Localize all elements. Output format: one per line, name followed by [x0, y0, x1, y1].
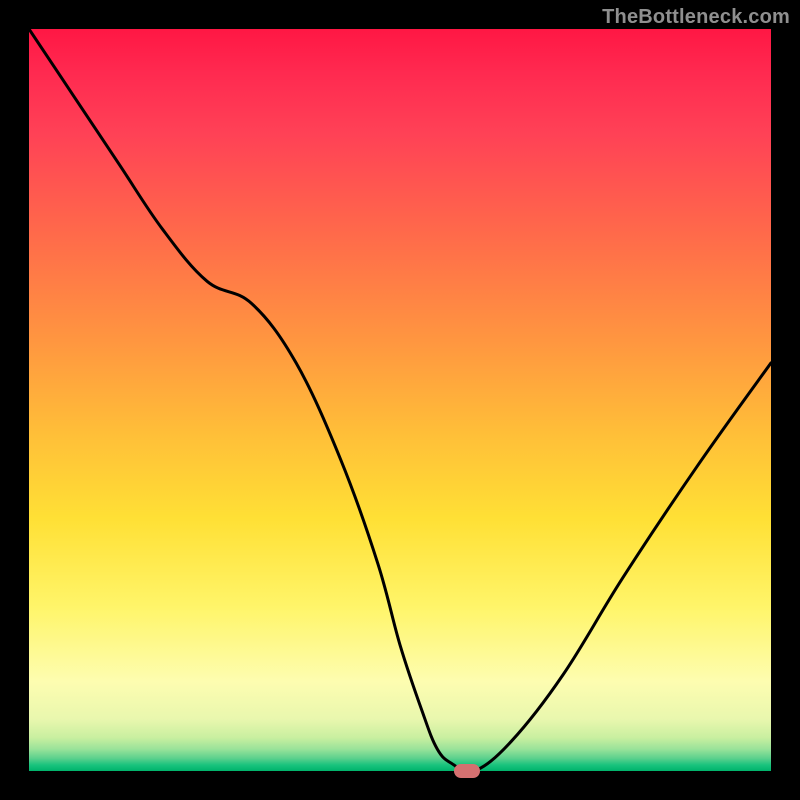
watermark-text: TheBottleneck.com: [602, 6, 790, 29]
chart-frame: TheBottleneck.com: [0, 0, 800, 800]
bottleneck-curve: [29, 29, 771, 771]
optimal-marker: [454, 764, 480, 778]
